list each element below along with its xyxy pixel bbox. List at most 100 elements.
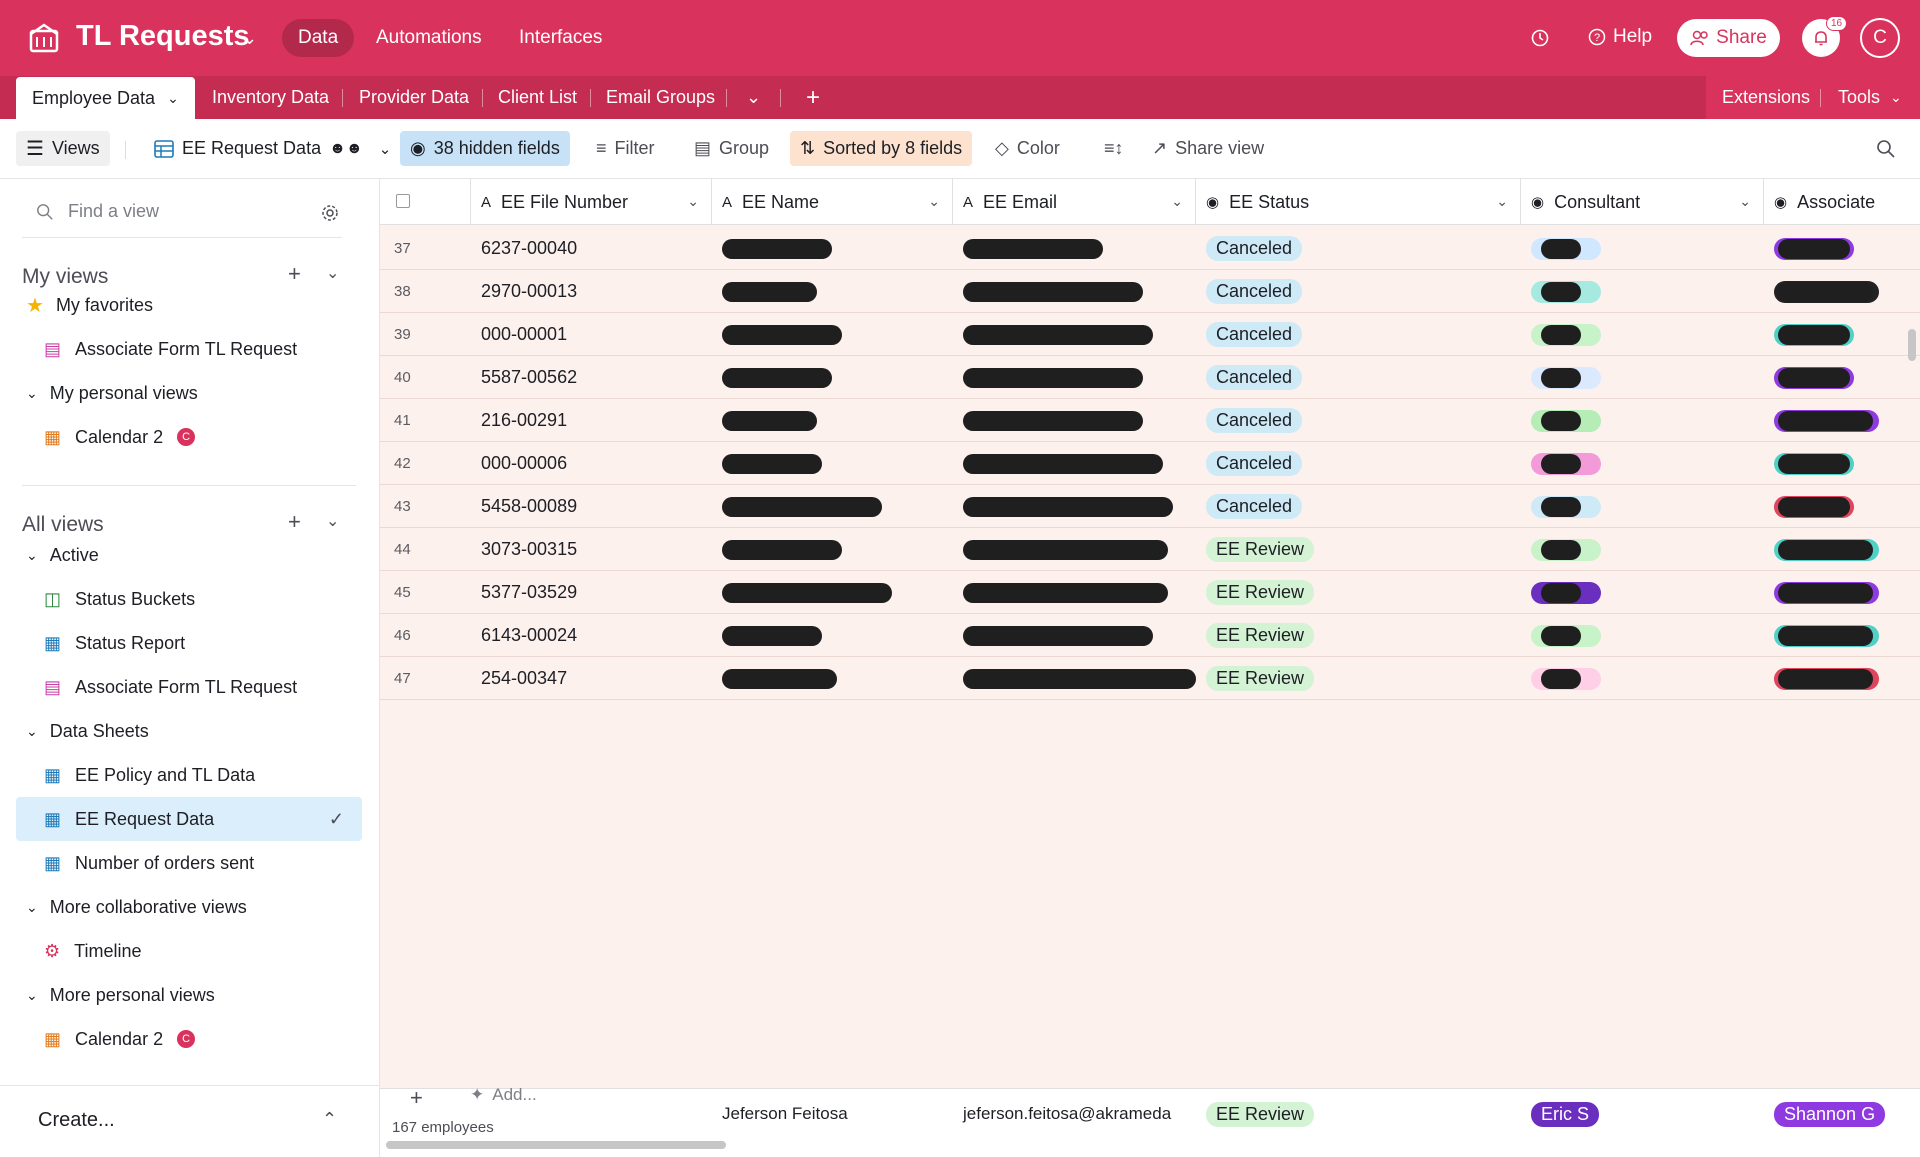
chevron-down-icon[interactable]: ⌄ bbox=[1171, 193, 1183, 210]
base-title[interactable]: TL Requests bbox=[76, 20, 250, 53]
ee-status-cell[interactable]: Canceled bbox=[1196, 442, 1521, 485]
ee-name-cell[interactable] bbox=[712, 485, 953, 528]
nav-automations[interactable]: Automations bbox=[360, 19, 498, 57]
ee-file-number-cell[interactable]: 000-00001 bbox=[471, 313, 712, 356]
ee-email-cell[interactable] bbox=[953, 227, 1196, 270]
ee-email-cell[interactable] bbox=[953, 399, 1196, 442]
consultant-cell[interactable] bbox=[1521, 356, 1764, 399]
help-button[interactable]: ? Help bbox=[1588, 26, 1652, 48]
associate-cell[interactable] bbox=[1764, 227, 1920, 270]
consultant-cell[interactable] bbox=[1521, 571, 1764, 614]
ee-name-cell[interactable] bbox=[712, 313, 953, 356]
column-header-ee-name[interactable]: A EE Name ⌄ bbox=[712, 179, 953, 225]
ee-file-number-cell[interactable]: 3073-00315 bbox=[471, 528, 712, 571]
consultant-cell[interactable] bbox=[1521, 399, 1764, 442]
chevron-down-icon[interactable]: ⌄ bbox=[326, 511, 339, 531]
ee-email-cell[interactable] bbox=[953, 270, 1196, 313]
more-tables-chevron-icon[interactable]: ⌄ bbox=[730, 76, 777, 119]
tools-button[interactable]: Tools ⌄ bbox=[1822, 76, 1918, 119]
my-personal-views-group[interactable]: ⌄ My personal views bbox=[16, 371, 362, 415]
table-row[interactable]: 40 5587-00562 Canceled bbox=[380, 356, 1920, 399]
color-button[interactable]: ◇ Color bbox=[985, 131, 1070, 166]
column-header-associate[interactable]: ◉ Associate bbox=[1764, 179, 1920, 225]
current-view-button[interactable]: EE Request Data ☻☻ ⌄ bbox=[144, 131, 401, 166]
sort-button[interactable]: ⇅ Sorted by 8 fields bbox=[790, 131, 973, 166]
share-view-button[interactable]: ↗ Share view bbox=[1142, 131, 1274, 166]
ee-status-cell[interactable]: EE Review bbox=[1196, 657, 1521, 700]
table-row[interactable]: 42 000-00006 Canceled bbox=[380, 442, 1920, 485]
create-view-button[interactable]: Create... bbox=[38, 1109, 115, 1132]
ee-file-number-cell[interactable]: 216-00291 bbox=[471, 399, 712, 442]
nav-interfaces[interactable]: Interfaces bbox=[503, 19, 618, 57]
hidden-fields-button[interactable]: ◉ 38 hidden fields bbox=[400, 131, 570, 166]
sidebar-item-associate-form[interactable]: ▤ Associate Form TL Request bbox=[16, 665, 362, 709]
consultant-cell[interactable] bbox=[1521, 614, 1764, 657]
chevron-down-icon[interactable]: ⌄ bbox=[379, 140, 392, 158]
ee-email-cell[interactable] bbox=[953, 528, 1196, 571]
vertical-scrollbar[interactable] bbox=[1908, 329, 1916, 361]
associate-cell[interactable] bbox=[1764, 528, 1920, 571]
ee-status-cell[interactable]: Canceled bbox=[1196, 485, 1521, 528]
ee-file-number-cell[interactable]: 2970-00013 bbox=[471, 270, 712, 313]
ee-status-cell[interactable]: Canceled bbox=[1196, 313, 1521, 356]
share-button[interactable]: Share bbox=[1677, 19, 1780, 57]
table-row[interactable]: 37 6237-00040 Canceled bbox=[380, 227, 1920, 270]
data-sheets-group[interactable]: ⌄ Data Sheets bbox=[16, 709, 362, 753]
tab-provider-data[interactable]: Provider Data bbox=[343, 76, 485, 119]
find-view-input[interactable]: Find a view bbox=[36, 201, 159, 222]
chevron-down-icon[interactable]: ⌄ bbox=[242, 28, 257, 49]
column-header-ee-file-number[interactable]: A EE File Number ⌄ bbox=[471, 179, 712, 225]
consultant-cell[interactable] bbox=[1521, 270, 1764, 313]
sidebar-item-orders-sent[interactable]: ▦ Number of orders sent bbox=[16, 841, 362, 885]
chevron-down-icon[interactable]: ⌄ bbox=[1739, 193, 1751, 210]
chevron-down-icon[interactable]: ⌄ bbox=[687, 193, 699, 210]
table-row[interactable]: 41 216-00291 Canceled bbox=[380, 399, 1920, 442]
ee-file-number-cell[interactable]: 5377-03529 bbox=[471, 571, 712, 614]
select-all-checkbox[interactable] bbox=[396, 194, 410, 208]
consultant-cell[interactable] bbox=[1521, 657, 1764, 700]
chevron-up-icon[interactable]: ⌃ bbox=[322, 1109, 337, 1130]
nav-data[interactable]: Data bbox=[282, 19, 355, 57]
ee-status-cell[interactable]: EE Review bbox=[1196, 528, 1521, 571]
extensions-button[interactable]: Extensions bbox=[1706, 76, 1826, 119]
sidebar-item-associate-form[interactable]: ▤ Associate Form TL Request bbox=[16, 327, 362, 371]
ee-status-cell[interactable]: Canceled bbox=[1196, 227, 1521, 270]
add-table-icon[interactable]: + bbox=[790, 76, 836, 119]
table-row[interactable]: 47 254-00347 EE Review bbox=[380, 657, 1920, 700]
associate-cell[interactable] bbox=[1764, 614, 1920, 657]
ee-email-cell[interactable] bbox=[953, 356, 1196, 399]
ee-email-cell[interactable] bbox=[953, 571, 1196, 614]
ee-file-number-cell[interactable]: 000-00006 bbox=[471, 442, 712, 485]
sidebar-item-status-report[interactable]: ▦ Status Report bbox=[16, 621, 362, 665]
my-favorites-group[interactable]: ★ My favorites bbox=[16, 283, 362, 327]
ee-name-cell[interactable] bbox=[712, 227, 953, 270]
ee-name-cell[interactable] bbox=[712, 571, 953, 614]
table-row[interactable]: 38 2970-00013 Canceled bbox=[380, 270, 1920, 313]
consultant-cell[interactable] bbox=[1521, 528, 1764, 571]
horizontal-scrollbar[interactable] bbox=[386, 1141, 726, 1149]
search-icon[interactable] bbox=[1876, 139, 1896, 159]
ee-status-cell[interactable]: Canceled bbox=[1196, 399, 1521, 442]
group-button[interactable]: ▤ Group bbox=[684, 131, 779, 166]
ee-file-number-cell[interactable]: 5587-00562 bbox=[471, 356, 712, 399]
sidebar-item-timeline[interactable]: ⚙ Timeline bbox=[16, 929, 362, 973]
consultant-cell[interactable] bbox=[1521, 227, 1764, 270]
consultant-cell[interactable] bbox=[1521, 485, 1764, 528]
chevron-down-icon[interactable]: ⌄ bbox=[167, 90, 179, 107]
associate-cell[interactable] bbox=[1764, 657, 1920, 700]
consultant-cell[interactable] bbox=[1521, 442, 1764, 485]
table-row[interactable]: 46 6143-00024 EE Review bbox=[380, 614, 1920, 657]
ee-status-cell[interactable]: Canceled bbox=[1196, 270, 1521, 313]
ee-status-cell[interactable]: EE Review bbox=[1196, 571, 1521, 614]
base-logo-icon[interactable] bbox=[28, 22, 60, 54]
active-group[interactable]: ⌄ Active bbox=[16, 533, 362, 577]
ee-name-cell[interactable] bbox=[712, 657, 953, 700]
sidebar-item-calendar-2-more[interactable]: ▦ Calendar 2 C bbox=[16, 1017, 362, 1061]
column-header-ee-status[interactable]: ◉ EE Status ⌄ bbox=[1196, 179, 1521, 225]
sidebar-item-status-buckets[interactable]: ◫ Status Buckets bbox=[16, 577, 362, 621]
more-personal-views-group[interactable]: ⌄ More personal views bbox=[16, 973, 362, 1017]
ee-status-cell[interactable]: Canceled bbox=[1196, 356, 1521, 399]
ee-name-cell[interactable] bbox=[712, 356, 953, 399]
associate-cell[interactable] bbox=[1764, 571, 1920, 614]
associate-cell[interactable] bbox=[1764, 399, 1920, 442]
